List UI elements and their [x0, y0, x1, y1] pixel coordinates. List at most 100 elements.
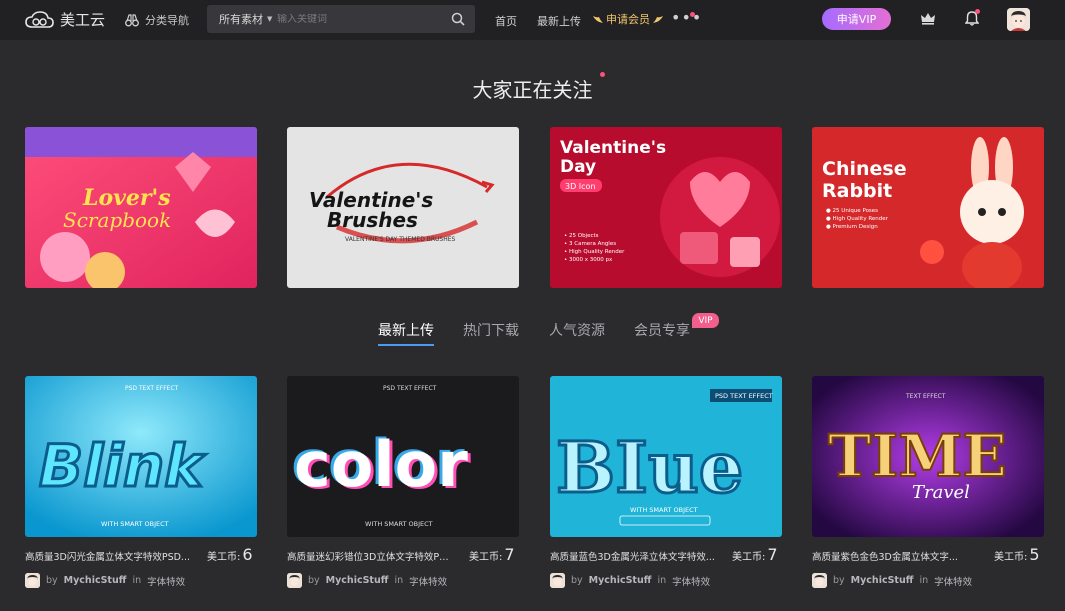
author-by: by — [571, 575, 583, 586]
category-nav[interactable]: 分类导航 — [125, 12, 189, 28]
product-title[interactable]: 高质量迷幻彩错位3D立体文字特效PS... — [287, 549, 452, 563]
search-category-label: 所有素材 — [219, 13, 263, 26]
author-by: by — [833, 575, 845, 586]
product-art-text: Blink — [39, 432, 206, 500]
tab-popular-resources[interactable]: 人气资源 — [549, 320, 605, 340]
product-title[interactable]: 高质量3D闪光金属立体文字特效PSD... — [25, 549, 190, 563]
section-title: 大家正在关注 — [472, 78, 593, 102]
coin-value: 6 — [242, 545, 253, 564]
author-avatar[interactable] — [550, 573, 565, 588]
author-category[interactable]: 字体特效 — [672, 574, 710, 588]
coin-value: 7 — [504, 545, 515, 564]
author-line: by MychicStuff in 字体特效 — [25, 573, 185, 588]
svg-text:● 25 Unique Poses: ● 25 Unique Poses — [826, 208, 878, 214]
product-thumbnail[interactable]: TEXT EFFECT TIME Travel — [812, 376, 1044, 537]
product-caption: WITH SMART OBJECT — [630, 506, 698, 514]
nav-latest-upload[interactable]: 最新上传 — [537, 13, 581, 29]
featured-card[interactable]: Lover's Scrapbook — [25, 127, 257, 288]
author-avatar[interactable] — [287, 573, 302, 588]
product-art-text: BIue — [556, 426, 743, 509]
svg-text:VALENTINE'S DAY THEMED BRUSHES: VALENTINE'S DAY THEMED BRUSHES — [345, 236, 456, 243]
author-category[interactable]: 字体特效 — [934, 574, 972, 588]
tab-latest-upload[interactable]: 最新上传 — [378, 320, 434, 340]
search-input[interactable] — [277, 13, 437, 25]
featured-image-chinese-rabbit: Chinese Rabbit ● 25 Unique Poses ● High … — [812, 127, 1044, 288]
author-by: by — [308, 575, 320, 586]
section-title-dot — [600, 72, 605, 77]
svg-text:• 25 Objects: • 25 Objects — [564, 233, 599, 239]
coin-price: 美工币: 5 — [994, 545, 1040, 564]
author-face-icon — [812, 573, 827, 588]
coin-label: 美工币: — [732, 552, 766, 563]
featured-card[interactable]: Valentine's Day 3D Icon • 25 Objects • 3… — [550, 127, 782, 288]
author-face-icon — [287, 573, 302, 588]
nav-home[interactable]: 首页 — [495, 13, 517, 29]
search-icon[interactable] — [451, 12, 465, 26]
product-thumbnail[interactable]: PSD TEXT EFFECT BIue WITH SMART OBJECT — [550, 376, 782, 537]
featured-card[interactable]: Chinese Rabbit ● 25 Unique Poses ● High … — [812, 127, 1044, 288]
product-caption: WITH SMART OBJECT — [101, 520, 169, 528]
binoculars-icon — [125, 14, 139, 27]
author-name[interactable]: MychicStuff — [851, 575, 914, 586]
author-name[interactable]: MychicStuff — [326, 575, 389, 586]
svg-text:Chinese: Chinese — [822, 158, 907, 180]
svg-text:Day: Day — [560, 157, 596, 177]
author-in: in — [394, 575, 404, 586]
author-face-icon — [25, 573, 40, 588]
vip-badge: VIP — [692, 313, 719, 328]
logo-text: 美工云 — [60, 11, 106, 29]
nav-apply-member-label: 申请会员 — [606, 13, 650, 26]
tab-hot-downloads[interactable]: 热门下载 — [463, 320, 519, 340]
bell-notification-dot — [975, 9, 980, 14]
search-bar: 所有素材 ▼ — [207, 5, 475, 33]
product-tag: PSD TEXT EFFECT — [125, 385, 179, 392]
featured-card[interactable]: Valentine's Brushes VALENTINE'S DAY THEM… — [287, 127, 519, 288]
coin-label: 美工币: — [994, 552, 1028, 563]
svg-text:Brushes: Brushes — [327, 208, 418, 232]
author-face-icon — [550, 573, 565, 588]
product-tag: TEXT EFFECT — [905, 393, 946, 400]
product-thumbnail[interactable]: PSD TEXT EFFECT Blink WITH SMART OBJECT — [25, 376, 257, 537]
author-category[interactable]: 字体特效 — [147, 574, 185, 588]
top-navigation-bar: 美工云 分类导航 所有素材 ▼ 首页 最新上传 申请会员 ••• 申请VIP — [0, 0, 1065, 40]
product-tag: PSD TEXT EFFECT — [715, 392, 773, 400]
product-image-blink: PSD TEXT EFFECT Blink WITH SMART OBJECT — [25, 376, 257, 537]
author-avatar[interactable] — [25, 573, 40, 588]
author-avatar[interactable] — [812, 573, 827, 588]
product-thumbnail[interactable]: PSD TEXT EFFECT color color color WITH S… — [287, 376, 519, 537]
svg-text:3D Icon: 3D Icon — [565, 182, 596, 191]
product-tag: PSD TEXT EFFECT — [383, 385, 437, 392]
coin-price: 美工币: 6 — [207, 545, 253, 564]
product-image-color: PSD TEXT EFFECT color color color WITH S… — [287, 376, 519, 537]
crown-icon[interactable] — [920, 11, 936, 25]
nav-apply-member[interactable]: 申请会员 — [592, 11, 664, 27]
coin-value: 7 — [767, 545, 778, 564]
author-line: by MychicStuff in 字体特效 — [812, 573, 972, 588]
author-category[interactable]: 字体特效 — [409, 574, 447, 588]
apply-vip-button[interactable]: 申请VIP — [822, 8, 891, 30]
more-menu-icon[interactable]: ••• — [671, 8, 702, 27]
product-art-text: color — [294, 428, 468, 501]
coin-price: 美工币: 7 — [732, 545, 778, 564]
wing-left-icon — [593, 16, 603, 23]
site-logo[interactable]: 美工云 — [24, 9, 105, 30]
avatar-face-icon — [1007, 8, 1030, 31]
search-category-select[interactable]: 所有素材 ▼ — [207, 11, 277, 27]
cloud-logo-icon — [25, 10, 54, 28]
svg-text:● High Quality Render: ● High Quality Render — [826, 216, 889, 222]
product-caption: Travel — [912, 482, 970, 503]
product-title[interactable]: 高质量蓝色3D金属光泽立体文字特效... — [550, 549, 715, 563]
svg-text:• 3 Camera Angles: • 3 Camera Angles — [564, 241, 616, 247]
notification-dot — [690, 12, 695, 17]
product-title[interactable]: 高质量紫色金色3D金属立体文字... — [812, 549, 977, 563]
author-name[interactable]: MychicStuff — [589, 575, 652, 586]
active-tab-indicator — [378, 344, 434, 346]
tab-member-exclusive[interactable]: 会员专享 — [634, 320, 690, 340]
product-art-text: TIME — [828, 422, 1007, 490]
user-avatar[interactable] — [1007, 8, 1030, 31]
svg-text:• High Quality Render: • High Quality Render — [564, 249, 625, 255]
featured-image-lovers-scrapbook: Lover's Scrapbook — [25, 127, 257, 288]
author-name[interactable]: MychicStuff — [64, 575, 127, 586]
svg-text:● Premium Design: ● Premium Design — [826, 224, 878, 230]
coin-label: 美工币: — [207, 552, 241, 563]
